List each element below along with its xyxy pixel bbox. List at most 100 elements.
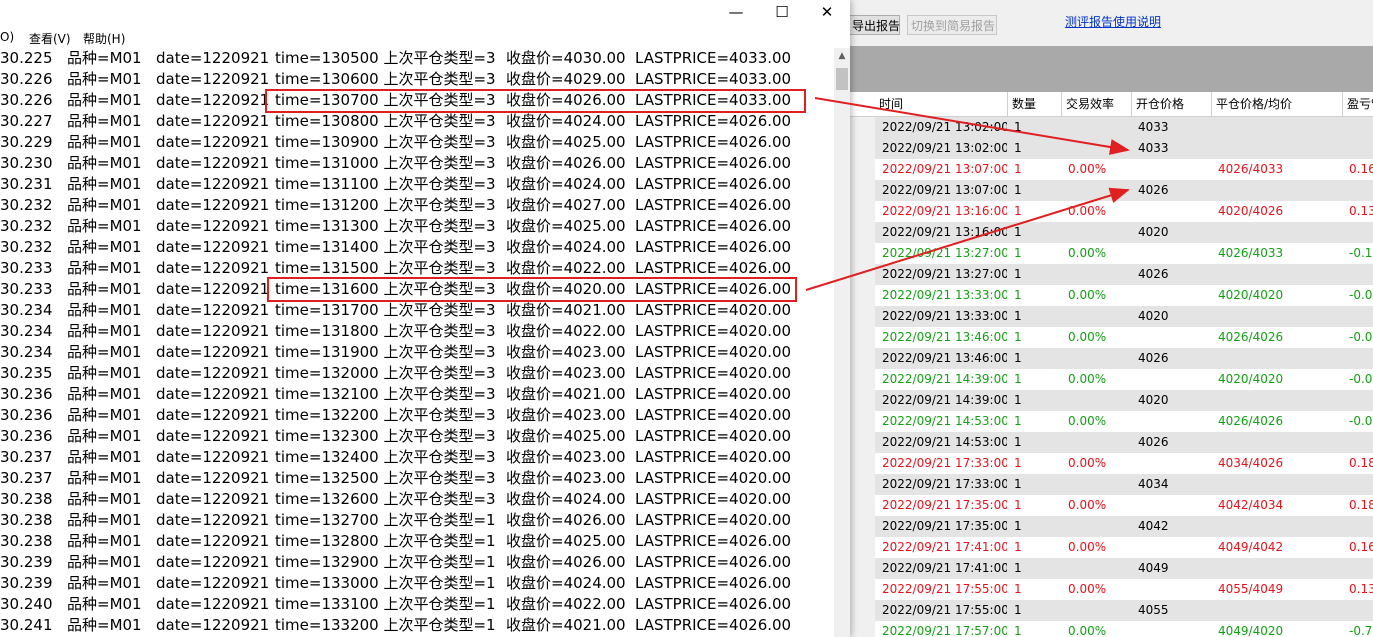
column-header-close-price[interactable]: 平仓价格/均价 bbox=[1211, 92, 1342, 116]
table-row[interactable]: 2022/09/21 13:33:00 1 4020 bbox=[850, 306, 1373, 327]
text-segment: 收盘价=4030.00 bbox=[506, 49, 626, 67]
text-segment: 品种=M01 bbox=[67, 91, 142, 109]
table-row[interactable]: 2022/09/21 17:35:00 1 0.00% 4042/4034 0.18% bbox=[850, 495, 1373, 516]
text-segment: 品种=M01 bbox=[67, 532, 142, 550]
report-help-link[interactable]: 测评报告使用说明 bbox=[1065, 13, 1161, 30]
cell-open-price: 4033 bbox=[1138, 141, 1169, 155]
table-row[interactable]: 2022/09/21 17:33:00 1 0.00% 4034/4026 0.18% bbox=[850, 453, 1373, 474]
text-segment: 30.231 bbox=[0, 175, 53, 193]
table-row[interactable]: 2022/09/21 17:41:00 1 0.00% 4049/4042 0.16% bbox=[850, 537, 1373, 558]
table-row[interactable]: 2022/09/21 13:27:00 1 0.00% 4026/4033 -0.19 bbox=[850, 243, 1373, 264]
notepad-text-area[interactable]: 30.225 品种=M01 date=1220921 time=130500 上次平仓… bbox=[0, 48, 834, 637]
table-row[interactable]: 2022/09/21 17:33:00 1 4034 bbox=[850, 474, 1373, 495]
table-row[interactable]: 2022/09/21 13:46:00 1 4026 bbox=[850, 348, 1373, 369]
menu-help[interactable]: 帮助(H) bbox=[83, 30, 125, 47]
row-header[interactable] bbox=[850, 138, 875, 159]
table-row[interactable]: 2022/09/21 17:41:00 1 4049 bbox=[850, 558, 1373, 579]
text-segment: 30.233 bbox=[0, 259, 53, 277]
table-row[interactable]: 2022/09/21 13:27:00 1 4026 bbox=[850, 264, 1373, 285]
column-header-profit[interactable]: 盈亏% bbox=[1342, 92, 1373, 116]
row-header[interactable] bbox=[850, 327, 875, 348]
row-header[interactable] bbox=[850, 264, 875, 285]
minimize-button[interactable]: — bbox=[713, 0, 759, 26]
scrollbar-thumb[interactable] bbox=[836, 68, 848, 90]
table-row[interactable]: 2022/09/21 17:55:00 1 0.00% 4055/4049 0.13% bbox=[850, 579, 1373, 600]
maximize-button[interactable]: ☐ bbox=[759, 0, 805, 26]
table-row[interactable]: 2022/09/21 13:02:00 1 4033 bbox=[850, 117, 1373, 138]
table-row[interactable]: 2022/09/21 14:39:00 1 0.00% 4020/4020 -0.01 bbox=[850, 369, 1373, 390]
row-header[interactable] bbox=[850, 180, 875, 201]
menu-format[interactable]: O) bbox=[0, 30, 14, 44]
text-segment: date=1220921 bbox=[156, 385, 270, 403]
row-header[interactable] bbox=[850, 159, 875, 180]
row-header[interactable] bbox=[850, 306, 875, 327]
row-header[interactable] bbox=[850, 411, 875, 432]
table-row[interactable]: 2022/09/21 13:07:00 1 0.00% 4026/4033 0.16% bbox=[850, 159, 1373, 180]
row-header[interactable] bbox=[850, 285, 875, 306]
text-segment: time=132100 上次平仓类型=3 bbox=[275, 385, 496, 403]
table-row[interactable]: 2022/09/21 17:57:00 1 0.00% 4049/4020 -0.74 bbox=[850, 621, 1373, 637]
text-segment: date=1220921 bbox=[156, 595, 270, 613]
row-header[interactable] bbox=[850, 474, 875, 495]
table-row[interactable]: 2022/09/21 13:16:00 1 4020 bbox=[850, 222, 1373, 243]
row-header[interactable] bbox=[850, 579, 875, 600]
row-header[interactable] bbox=[850, 201, 875, 222]
column-header-open-price[interactable]: 开仓价格 bbox=[1131, 92, 1211, 116]
row-header[interactable] bbox=[850, 222, 875, 243]
scroll-up-arrow-icon[interactable]: ▲ bbox=[834, 48, 850, 65]
row-header[interactable] bbox=[850, 453, 875, 474]
row-header[interactable] bbox=[850, 117, 875, 138]
row-header[interactable] bbox=[850, 558, 875, 579]
text-segment: 30.236 bbox=[0, 406, 53, 424]
export-report-button[interactable]: 导出报告 bbox=[848, 15, 900, 35]
cell-efficiency: 0.00% bbox=[1068, 624, 1107, 637]
cell-open-price: 4026 bbox=[1138, 267, 1169, 281]
text-segment: 收盘价=4023.00 bbox=[506, 364, 626, 382]
cell-close-price bbox=[1211, 117, 1342, 138]
cell-profit: -0.01 bbox=[1349, 288, 1373, 302]
table-row[interactable]: 2022/09/21 14:39:00 1 4020 bbox=[850, 390, 1373, 411]
row-header[interactable] bbox=[850, 600, 875, 621]
text-segment: 收盘价=4025.00 bbox=[506, 427, 626, 445]
table-row[interactable]: 2022/09/21 14:53:00 1 4026 bbox=[850, 432, 1373, 453]
cell-qty: 1 bbox=[1014, 183, 1022, 197]
row-header[interactable] bbox=[850, 369, 875, 390]
row-header[interactable] bbox=[850, 621, 875, 637]
cell-qty: 1 bbox=[1014, 225, 1022, 239]
report-table-header: 时间 数量 交易效率 开仓价格 平仓价格/均价 盈亏% bbox=[850, 92, 1373, 117]
menu-view[interactable]: 查看(V) bbox=[29, 30, 71, 47]
text-segment: time=133200 上次平仓类型=1 bbox=[275, 616, 496, 634]
row-header[interactable] bbox=[850, 243, 875, 264]
column-header-time[interactable]: 时间 bbox=[875, 92, 1007, 116]
close-button[interactable]: ✕ bbox=[804, 0, 850, 26]
cell-qty: 1 bbox=[1014, 204, 1022, 218]
table-row[interactable]: 2022/09/21 13:16:00 1 0.00% 4020/4026 0.13% bbox=[850, 201, 1373, 222]
row-header[interactable] bbox=[850, 537, 875, 558]
text-segment: 30.233 bbox=[0, 280, 53, 298]
vertical-scrollbar[interactable]: ▲ bbox=[834, 48, 850, 637]
text-segment: 30.234 bbox=[0, 322, 53, 340]
column-header-efficiency[interactable]: 交易效率 bbox=[1061, 92, 1131, 116]
switch-simple-report-button[interactable]: 切换到简易报告 bbox=[907, 15, 997, 35]
row-header[interactable] bbox=[850, 348, 875, 369]
text-line: 30.230 品种=M01 date=1220921 time=131000 上次平仓… bbox=[0, 153, 834, 174]
table-row[interactable]: 2022/09/21 13:33:00 1 0.00% 4020/4020 -0.01 bbox=[850, 285, 1373, 306]
table-row[interactable]: 2022/09/21 17:35:00 1 4042 bbox=[850, 516, 1373, 537]
row-header[interactable] bbox=[850, 495, 875, 516]
row-header[interactable] bbox=[850, 390, 875, 411]
table-row[interactable]: 2022/09/21 17:55:00 1 4055 bbox=[850, 600, 1373, 621]
text-segment: 30.232 bbox=[0, 196, 53, 214]
row-header[interactable] bbox=[850, 432, 875, 453]
cell-time: 2022/09/21 13:46:00 bbox=[882, 330, 1007, 344]
table-row[interactable]: 2022/09/21 13:46:00 1 0.00% 4026/4026 -0.01 bbox=[850, 327, 1373, 348]
cell-profit: -0.01 bbox=[1349, 372, 1373, 386]
text-segment: LASTPRICE=4020.00 bbox=[635, 343, 792, 361]
column-header-qty[interactable]: 数量 bbox=[1007, 92, 1061, 116]
table-row[interactable]: 2022/09/21 14:53:00 1 0.00% 4026/4026 -0.01 bbox=[850, 411, 1373, 432]
cell-profit bbox=[1342, 117, 1373, 138]
cell-efficiency: 0.00% bbox=[1068, 372, 1107, 386]
table-row[interactable]: 2022/09/21 13:02:00 1 4033 bbox=[850, 138, 1373, 159]
text-segment: 30.230 bbox=[0, 154, 53, 172]
table-row[interactable]: 2022/09/21 13:07:00 1 4026 bbox=[850, 180, 1373, 201]
row-header[interactable] bbox=[850, 516, 875, 537]
